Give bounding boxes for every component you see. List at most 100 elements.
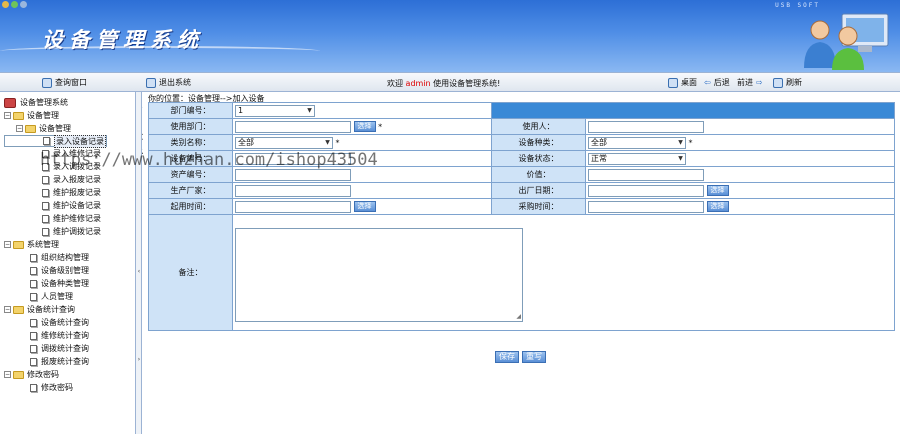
- collapse-icon[interactable]: −: [4, 241, 11, 248]
- out-date-input[interactable]: [588, 184, 704, 197]
- start-time-input[interactable]: [235, 200, 351, 213]
- document-icon: [42, 227, 49, 236]
- price-input[interactable]: [588, 168, 704, 181]
- tree-subgroup-label: 设备管理: [39, 124, 71, 133]
- dept-no-select[interactable]: 1 ▼: [235, 104, 315, 117]
- use-dept-input[interactable]: [235, 120, 351, 133]
- collapse-icon[interactable]: −: [4, 306, 11, 313]
- tree-group-stats[interactable]: − 设备统计查询: [4, 303, 107, 316]
- note-textarea[interactable]: ◢: [235, 227, 523, 322]
- choose-start-time-button[interactable]: 选择: [353, 201, 376, 212]
- dept-no-value: 1: [238, 106, 244, 115]
- tree-item[interactable]: 维修统计查询: [4, 329, 107, 342]
- tree-item[interactable]: 录入设备记录: [4, 134, 107, 148]
- document-icon: [42, 175, 49, 184]
- asset-no-input[interactable]: [235, 168, 351, 181]
- refresh-label: 刷新: [786, 78, 802, 87]
- type-select[interactable]: 全部 ▼: [588, 136, 686, 149]
- start-time-label: 起用时间：: [148, 198, 233, 215]
- maker-input[interactable]: [235, 184, 351, 197]
- document-icon: [42, 188, 49, 197]
- tree-item[interactable]: 维护报废记录: [4, 186, 107, 199]
- tree-item[interactable]: 设备统计查询: [4, 316, 107, 329]
- type-value: 全部: [591, 138, 607, 147]
- tree-item-label: 维护报废记录: [53, 188, 101, 197]
- tree-item-label: 维护维修记录: [53, 214, 101, 223]
- tree-item[interactable]: 人员管理: [4, 290, 107, 303]
- tree-item-label: 调拨统计查询: [41, 344, 89, 353]
- tree-item[interactable]: 维护设备记录: [4, 199, 107, 212]
- buy-time-label: 采购时间：: [491, 198, 586, 215]
- out-date-cell: 选择: [585, 182, 895, 199]
- tree-item-label: 修改密码: [41, 383, 73, 392]
- price-label: 价值：: [491, 166, 586, 183]
- folder-icon: [13, 240, 24, 249]
- nav-tree: 设备管理系统 − 设备管理 − 设备管理 录入设备记录 录入维修记录 录入调拨记录 …: [4, 96, 107, 394]
- user-input[interactable]: [588, 120, 704, 133]
- tree-group-system[interactable]: − 系统管理: [4, 238, 107, 251]
- tree-item[interactable]: 报废统计查询: [4, 355, 107, 368]
- collapse-left-icon[interactable]: ‹: [136, 268, 142, 275]
- form-actions: 保存 重写: [495, 351, 546, 363]
- use-dept-label: 使用部门：: [148, 118, 233, 135]
- user-label: 使用人：: [491, 118, 586, 135]
- expand-right-icon[interactable]: ›: [136, 356, 142, 363]
- out-date-label: 出厂日期：: [491, 182, 586, 199]
- tree-item-label: 设备统计查询: [41, 318, 89, 327]
- choose-out-date-button[interactable]: 选择: [706, 185, 729, 196]
- back-button[interactable]: ⇦ 后退: [704, 77, 730, 88]
- tree-item[interactable]: 维护维修记录: [4, 212, 107, 225]
- refresh-button[interactable]: 刷新: [773, 77, 802, 88]
- start-time-cell: 选择: [232, 198, 492, 215]
- save-button[interactable]: 保存: [495, 351, 519, 363]
- tree-item-label: 录入设备记录: [54, 134, 106, 148]
- collapse-icon[interactable]: −: [4, 112, 11, 119]
- tree-item[interactable]: 录入报废记录: [4, 173, 107, 186]
- main-content: 你的位置：设备管理-->加入设备 部门编号： 1 ▼ 使用部门： 选择 * 使用人…: [143, 92, 900, 434]
- tree-group-label: 设备统计查询: [27, 305, 75, 314]
- folder-icon: [13, 305, 24, 314]
- buy-time-cell: 选择: [585, 198, 895, 215]
- desktop-button[interactable]: 桌面: [668, 77, 697, 88]
- user-cell: [585, 118, 895, 135]
- logout-button[interactable]: 退出系统: [146, 77, 191, 88]
- buy-time-input[interactable]: [588, 200, 704, 213]
- tree-item[interactable]: 设备种类管理: [4, 277, 107, 290]
- tree-item[interactable]: 组织结构管理: [4, 251, 107, 264]
- welcome-user: admin: [405, 79, 431, 88]
- category-select[interactable]: 全部 ▼: [235, 136, 333, 149]
- tree-group-device[interactable]: − 设备管理: [4, 109, 107, 122]
- status-select[interactable]: 正常 ▼: [588, 152, 686, 165]
- chevron-down-icon: ▼: [325, 138, 330, 146]
- document-icon: [30, 253, 37, 262]
- tree-item[interactable]: 维护调拨记录: [4, 225, 107, 238]
- choose-dept-button[interactable]: 选择: [353, 121, 376, 132]
- tree-group-label: 设备管理: [27, 111, 59, 120]
- tree-group-password[interactable]: − 修改密码: [4, 368, 107, 381]
- tree-subgroup-device[interactable]: − 设备管理: [4, 122, 107, 135]
- tree-item-label: 人员管理: [41, 292, 73, 301]
- note-cell: ◢: [232, 214, 895, 331]
- collapse-icon[interactable]: −: [4, 371, 11, 378]
- forward-arrow-icon: ⇨: [756, 78, 763, 87]
- tree-item[interactable]: 设备级别管理: [4, 264, 107, 277]
- sidebar-splitter[interactable]: ‹ ›: [136, 92, 142, 434]
- query-window-button[interactable]: 查询窗口: [42, 77, 87, 88]
- tree-item[interactable]: 修改密码: [4, 381, 107, 394]
- document-icon: [30, 344, 37, 353]
- tree-root[interactable]: 设备管理系统: [4, 96, 107, 109]
- required-mark: *: [688, 138, 693, 147]
- tree-item[interactable]: 调拨统计查询: [4, 342, 107, 355]
- dot-icon: [11, 1, 18, 8]
- resize-grip-icon[interactable]: ◢: [516, 313, 521, 320]
- desktop-icon: [668, 77, 678, 88]
- welcome-prefix: 欢迎: [387, 79, 403, 88]
- back-arrow-icon: ⇦: [704, 78, 711, 87]
- reset-button[interactable]: 重写: [522, 351, 546, 363]
- tree-item-label: 维护设备记录: [53, 201, 101, 210]
- collapse-icon[interactable]: −: [16, 125, 23, 132]
- maker-cell: [232, 182, 492, 199]
- choose-buy-time-button[interactable]: 选择: [706, 201, 729, 212]
- forward-button[interactable]: 前进 ⇨: [737, 77, 763, 88]
- folder-icon: [13, 370, 24, 379]
